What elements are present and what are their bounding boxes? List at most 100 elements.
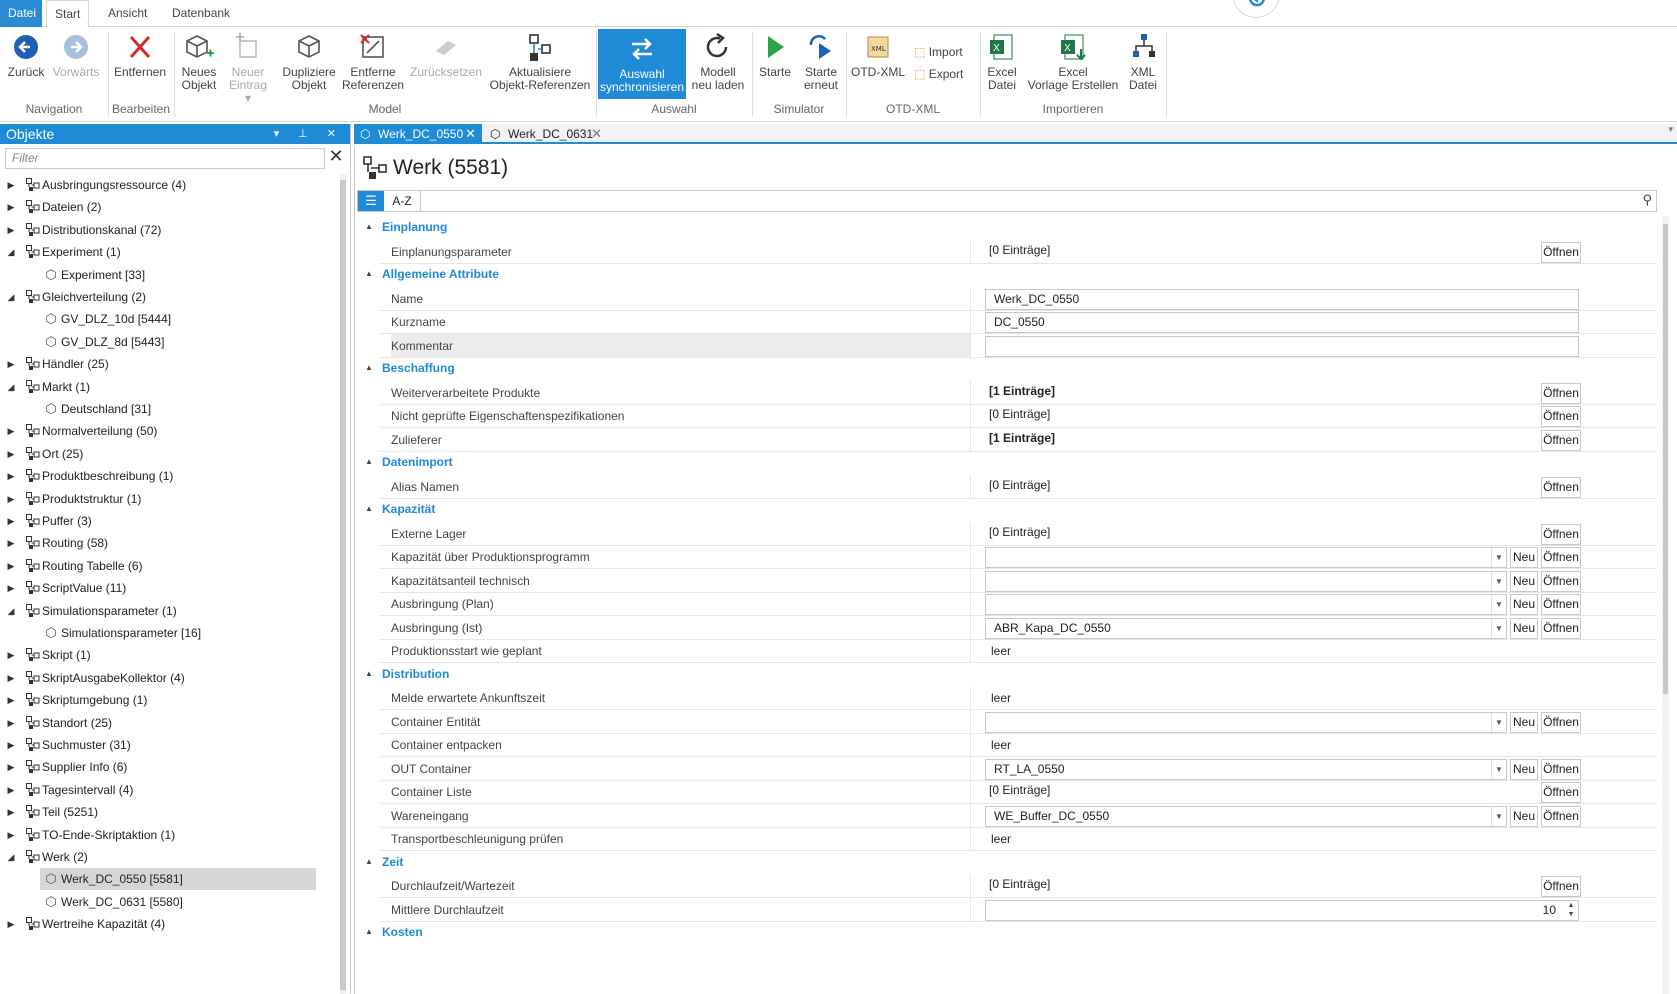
tree-item[interactable]: ⬡ GV_DLZ_10d [5444] — [0, 308, 338, 330]
grid-scrollbar-thumb[interactable] — [1663, 224, 1668, 694]
tree-item[interactable]: ⬡ Werk_DC_0550 [5581] — [40, 868, 316, 891]
expand-arrow-icon[interactable]: ▶ — [6, 488, 16, 510]
chevron-down-icon[interactable]: ▼ — [1491, 759, 1506, 779]
collapse-arrow-icon[interactable]: ◢ — [6, 600, 16, 622]
open-button[interactable]: Öffnen — [1541, 876, 1581, 897]
doc-tab-werk-dc-0550[interactable]: ⬡ Werk_DC_0550 ✕ — [354, 124, 482, 144]
alphabetical-view-button[interactable]: A-Z — [388, 191, 416, 211]
tree-item[interactable]: ▶ Produktstruktur (1) — [0, 488, 338, 510]
expand-arrow-icon[interactable]: ▶ — [6, 689, 16, 711]
expand-arrow-icon[interactable]: ▶ — [6, 756, 16, 778]
expand-arrow-icon[interactable]: ▶ — [6, 801, 16, 823]
collapse-section-icon[interactable]: ▲ — [365, 663, 373, 685]
open-button[interactable]: Öffnen — [1541, 711, 1581, 733]
expand-arrow-icon[interactable]: ▶ — [6, 779, 16, 801]
collapse-arrow-icon[interactable]: ◢ — [6, 241, 16, 263]
collapse-section-icon[interactable]: ▲ — [365, 921, 373, 943]
collapse-arrow-icon[interactable]: ◢ — [6, 846, 16, 868]
new-button[interactable]: Neu — [1510, 594, 1538, 615]
sync-selection-button[interactable]: Auswahl synchronisieren — [598, 29, 686, 99]
collapse-section-icon[interactable]: ▲ — [365, 498, 373, 520]
new-object-button[interactable]: Neues Objekt — [178, 31, 220, 99]
duplicate-object-button[interactable]: Dupliziere Objekt — [280, 31, 338, 99]
open-button[interactable]: Öffnen — [1541, 382, 1581, 404]
expand-arrow-icon[interactable]: ▶ — [6, 174, 16, 196]
reference-select[interactable]: RT_LA_0550 ▼ — [985, 758, 1507, 780]
expand-arrow-icon[interactable]: ▶ — [6, 465, 16, 487]
open-button[interactable]: Öffnen — [1541, 429, 1581, 451]
property-text-field[interactable]: Werk_DC_0550 — [985, 288, 1579, 310]
tree-item[interactable]: ▶ Supplier Info (6) — [0, 756, 338, 778]
close-tab-icon[interactable]: ✕ — [591, 124, 602, 144]
tree-item[interactable]: ▶ Suchmuster (31) — [0, 734, 338, 756]
tree-item[interactable]: ▶ Puffer (3) — [0, 510, 338, 532]
reference-select[interactable]: ▼ — [985, 594, 1507, 615]
filter-input[interactable]: Filter — [5, 148, 325, 169]
tab-database[interactable]: Datenbank — [164, 0, 238, 27]
tree-item[interactable]: ▶ Dateien (2) — [0, 196, 338, 218]
open-button[interactable]: Öffnen — [1541, 805, 1581, 827]
collapse-arrow-icon[interactable]: ◢ — [6, 376, 16, 398]
new-button[interactable]: Neu — [1510, 711, 1538, 733]
tree-item[interactable]: ▶ Teil (5251) — [0, 801, 338, 823]
section-header[interactable]: ▲ Datenimport — [357, 451, 1657, 473]
categorized-view-icon[interactable]: ☰ — [358, 191, 384, 211]
collapse-arrow-icon[interactable]: ◢ — [6, 286, 16, 308]
xml-file-button[interactable]: XML Datei — [1124, 31, 1162, 99]
open-button[interactable]: Öffnen — [1541, 476, 1581, 498]
export-button[interactable]: ⬚ Export — [914, 65, 963, 83]
tree-item[interactable]: ◢ Gleichverteilung (2) — [0, 286, 338, 308]
expand-arrow-icon[interactable]: ▶ — [6, 555, 16, 577]
expand-arrow-icon[interactable]: ▶ — [6, 644, 16, 666]
tree-item[interactable]: ▶ Normalverteilung (50) — [0, 420, 338, 442]
otd-xml-button[interactable]: XML OTD-XML — [850, 31, 906, 99]
new-button[interactable]: Neu — [1510, 570, 1538, 592]
remove-button[interactable]: Entfernen — [112, 31, 168, 99]
expand-arrow-icon[interactable]: ▶ — [6, 824, 16, 846]
expand-arrow-icon[interactable]: ▶ — [6, 712, 16, 734]
section-header[interactable]: ▲ Beschaffung — [357, 357, 1657, 379]
expand-arrow-icon[interactable]: ▶ — [6, 510, 16, 532]
section-header[interactable]: ▲ Allgemeine Attribute — [357, 263, 1657, 285]
forward-button[interactable]: Vorwärts — [50, 31, 102, 99]
tree-item[interactable]: ◢ Markt (1) — [0, 376, 338, 398]
tree-item[interactable]: ▶ Produktbeschreibung (1) — [0, 465, 338, 487]
tree-item[interactable]: ▶ Skript (1) — [0, 644, 338, 666]
tree-item[interactable]: ▶ Händler (25) — [0, 353, 338, 375]
back-button[interactable]: Zurück — [4, 31, 48, 99]
tree-item[interactable]: ▶ Skriptumgebung (1) — [0, 689, 338, 711]
tree-scrollbar-thumb[interactable] — [340, 180, 346, 990]
section-header[interactable]: ▲ Kosten — [357, 921, 1657, 943]
new-button[interactable]: Neu — [1510, 617, 1538, 639]
new-entry-button[interactable]: Neuer Eintrag ▾ — [226, 31, 270, 105]
remove-references-button[interactable]: Entferne Referenzen — [342, 31, 404, 99]
collapse-section-icon[interactable]: ▲ — [365, 451, 373, 473]
property-search-input[interactable]: ⚲ — [420, 191, 1656, 211]
import-button[interactable]: ⬚ Import — [914, 43, 963, 61]
tree-item[interactable]: ▶ Routing (58) — [0, 532, 338, 554]
chevron-down-icon[interactable]: ▼ — [1491, 548, 1506, 567]
expand-arrow-icon[interactable]: ▶ — [6, 913, 16, 935]
tree-item[interactable]: ◢ Werk (2) — [0, 846, 338, 868]
sync-status-icon[interactable] — [1232, 0, 1280, 18]
tree-item[interactable]: ▶ SkriptAusgabeKollektor (4) — [0, 667, 338, 689]
expand-arrow-icon[interactable]: ▶ — [6, 196, 16, 218]
restart-simulator-button[interactable]: Starte erneut — [798, 31, 844, 99]
reference-select[interactable]: ▼ — [985, 547, 1507, 568]
excel-template-button[interactable]: X Excel Vorlage Erstellen — [1026, 31, 1120, 99]
tree-item[interactable]: ◢ Simulationsparameter (1) — [0, 600, 338, 622]
new-button[interactable]: Neu — [1510, 805, 1538, 827]
spinner-icon[interactable]: ▲ ▼ — [1564, 901, 1578, 920]
expand-arrow-icon[interactable]: ▶ — [6, 734, 16, 756]
chevron-down-icon[interactable]: ▼ — [1491, 712, 1506, 732]
new-button[interactable]: Neu — [1510, 547, 1538, 568]
start-simulator-button[interactable]: Starte — [756, 31, 794, 99]
section-header[interactable]: ▲ Einplanung — [357, 216, 1657, 238]
chevron-down-icon[interactable]: ▼ — [1491, 571, 1506, 591]
chevron-down-icon[interactable]: ▼ — [1491, 595, 1506, 614]
tree-item[interactable]: ⬡ Experiment [33] — [0, 264, 338, 286]
number-input[interactable]: 10 ▲ ▼ — [985, 899, 1579, 921]
reference-select[interactable]: WE_Buffer_DC_0550 ▼ — [985, 805, 1507, 827]
reference-select[interactable]: ▼ — [985, 570, 1507, 592]
doc-tab-werk-dc-0631[interactable]: ⬡ Werk_DC_0631 ✕ — [484, 124, 608, 144]
